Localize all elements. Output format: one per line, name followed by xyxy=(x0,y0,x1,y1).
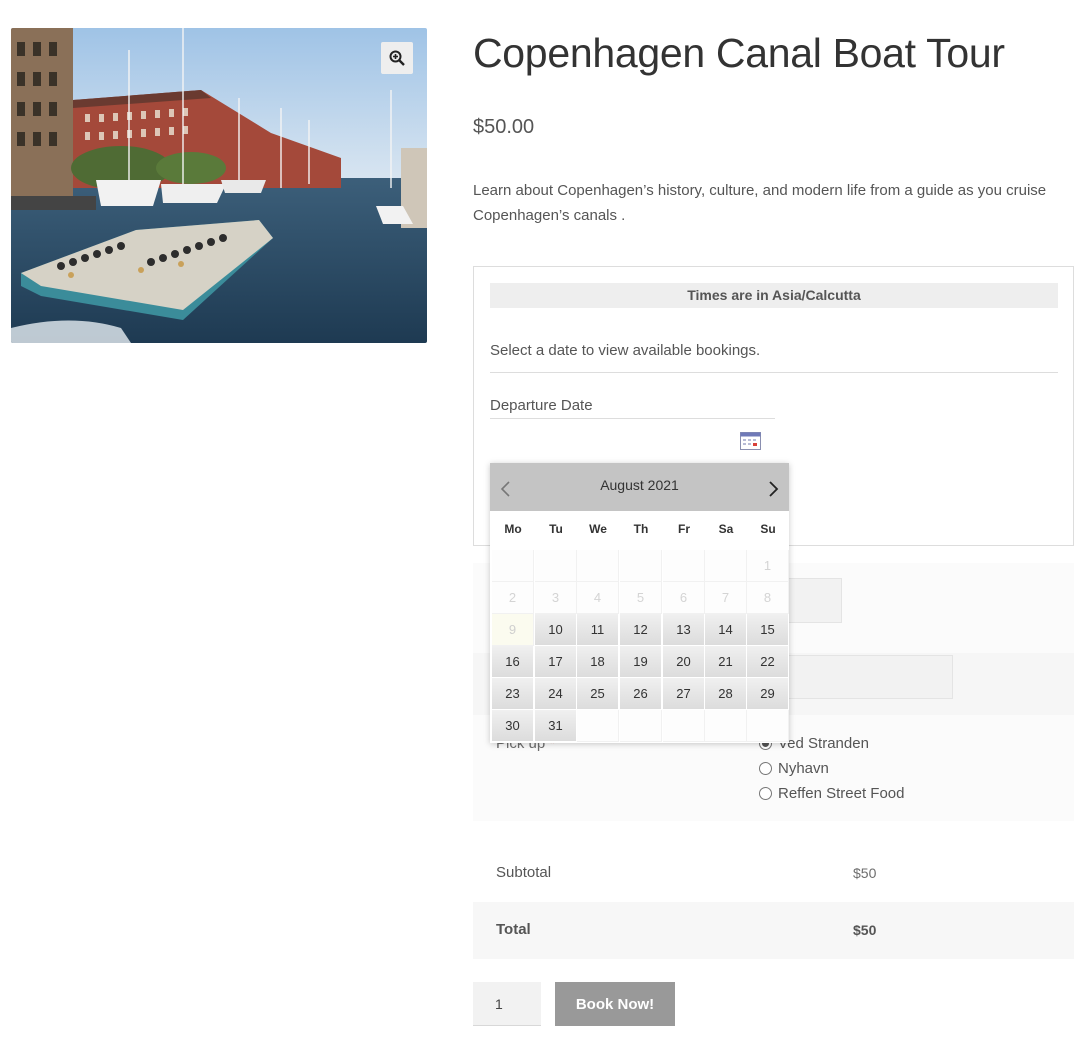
calendar-day[interactable]: 26 xyxy=(620,678,662,710)
total-label: Total xyxy=(496,921,531,938)
calendar-day: 3 xyxy=(535,582,577,614)
calendar-day[interactable]: 15 xyxy=(747,614,789,646)
product-image[interactable] xyxy=(11,28,427,343)
calendar-empty-cell xyxy=(620,550,662,582)
calendar-empty-cell xyxy=(492,550,534,582)
calendar-day[interactable]: 13 xyxy=(663,614,705,646)
calendar-day[interactable]: 29 xyxy=(747,678,789,710)
weekday-header: We xyxy=(589,522,607,536)
timezone-notice: Times are in Asia/Calcutta xyxy=(490,283,1058,308)
calendar-day: 9 xyxy=(492,614,534,646)
calendar-day[interactable]: 30 xyxy=(492,710,534,742)
canal-photo xyxy=(11,28,427,343)
calendar-empty-cell xyxy=(747,710,789,742)
calendar-empty-cell xyxy=(663,710,705,742)
select-date-message: Select a date to view available bookings… xyxy=(490,342,761,359)
calendar-day[interactable]: 27 xyxy=(663,678,705,710)
product-description: Learn about Copenhagen’s history, cultur… xyxy=(473,182,1047,224)
total-row: Total $50 xyxy=(473,902,1074,959)
calendar-day[interactable]: 28 xyxy=(705,678,747,710)
calendar-day[interactable]: 18 xyxy=(577,646,619,678)
calendar-day: 2 xyxy=(492,582,534,614)
product-price: $50.00 xyxy=(473,116,535,138)
subtotal-row: Subtotal $50 xyxy=(473,845,1074,902)
product-title: Copenhagen Canal Boat Tour xyxy=(473,30,1005,76)
calendar-day: 4 xyxy=(577,582,619,614)
calendar-day[interactable]: 24 xyxy=(535,678,577,710)
divider xyxy=(490,372,1058,373)
book-now-button[interactable]: Book Now! xyxy=(555,982,675,1026)
quantity-input[interactable] xyxy=(473,982,541,1026)
calendar-day[interactable]: 10 xyxy=(535,614,577,646)
chevron-right-icon[interactable] xyxy=(767,480,781,498)
calendar-day[interactable]: 17 xyxy=(535,646,577,678)
calendar-day[interactable]: 22 xyxy=(747,646,789,678)
calendar-empty-cell xyxy=(663,550,705,582)
weekday-header: Fr xyxy=(678,522,690,536)
datepicker: August 2021 Mo Tu We Th Fr Sa Su 1 2 3 4 5 6 7 8 9 10 11 1… xyxy=(490,463,789,743)
subtotal-label: Subtotal xyxy=(496,864,552,881)
weekday-header: Su xyxy=(760,522,776,536)
calendar-day[interactable]: 16 xyxy=(492,646,534,678)
calendar-day: 7 xyxy=(705,582,747,614)
calendar-day: 1 xyxy=(747,550,789,582)
calendar-day[interactable]: 25 xyxy=(577,678,619,710)
calendar-day[interactable]: 23 xyxy=(492,678,534,710)
calendar-empty-cell xyxy=(620,710,662,742)
calendar-empty-cell xyxy=(535,550,577,582)
weekday-header: Th xyxy=(633,522,649,536)
weekday-header: Sa xyxy=(718,522,734,536)
calendar-day[interactable]: 14 xyxy=(705,614,747,646)
radio-unchecked[interactable] xyxy=(759,787,772,800)
calendar-day[interactable]: 20 xyxy=(663,646,705,678)
calendar-empty-cell xyxy=(577,710,619,742)
pickup-option-nyhavn[interactable]: Nyhavn xyxy=(759,760,829,777)
calendar-day[interactable]: 12 xyxy=(620,614,662,646)
total-value: $50 xyxy=(853,922,877,938)
datepicker-month: August 2021 xyxy=(600,477,679,493)
calendar-empty-cell xyxy=(577,550,619,582)
weekday-header: Tu xyxy=(549,522,563,536)
calendar-day[interactable]: 19 xyxy=(620,646,662,678)
departure-date-label: Departure Date xyxy=(490,397,593,414)
calendar-day[interactable]: 11 xyxy=(577,614,619,646)
calendar-day[interactable]: 31 xyxy=(535,710,577,742)
calendar-empty-cell xyxy=(705,550,747,582)
departure-date-field[interactable] xyxy=(490,418,775,419)
calendar-day: 6 xyxy=(663,582,705,614)
subtotal-value: $50 xyxy=(853,865,877,881)
weekday-header: Mo xyxy=(504,522,522,536)
calendar-empty-cell xyxy=(705,710,747,742)
pickup-option-reffen[interactable]: Reffen Street Food xyxy=(759,785,904,802)
zoom-in-icon xyxy=(389,50,405,66)
calendar-day: 5 xyxy=(620,582,662,614)
calendar-icon[interactable] xyxy=(740,431,761,450)
radio-unchecked[interactable] xyxy=(759,762,772,775)
calendar-day[interactable]: 21 xyxy=(705,646,747,678)
calendar-day: 8 xyxy=(747,582,789,614)
zoom-button[interactable] xyxy=(381,42,413,74)
